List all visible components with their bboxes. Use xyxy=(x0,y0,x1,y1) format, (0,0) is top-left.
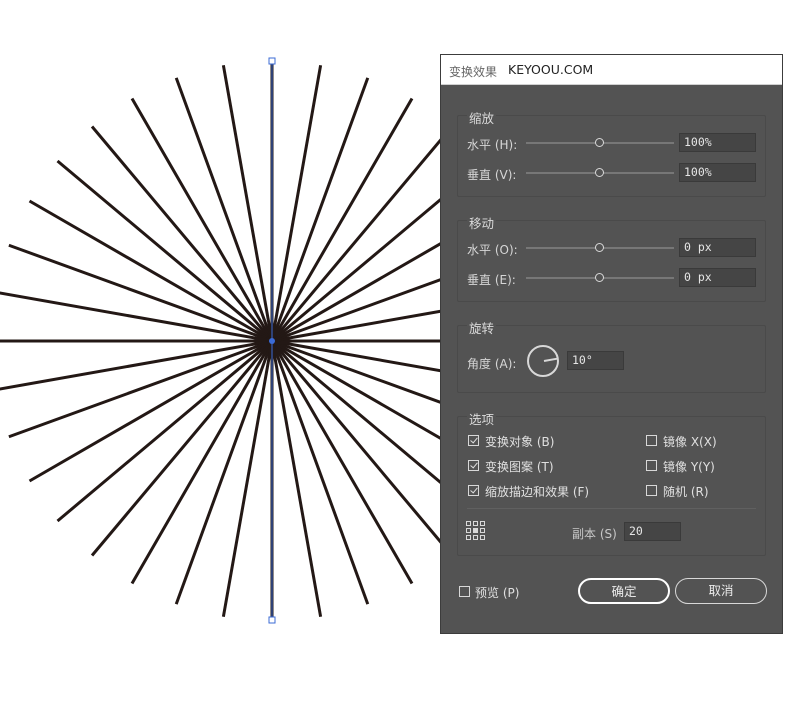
reflect-x-label[interactable]: 镜像 X(X) xyxy=(663,433,717,450)
reflect-y-checkbox[interactable] xyxy=(646,460,657,471)
move-vertical-label: 垂直 (E): xyxy=(467,273,516,287)
options-divider xyxy=(467,508,756,509)
selection-handle-bottom[interactable] xyxy=(268,616,276,624)
transform-objects-label[interactable]: 变换对象 (B) xyxy=(485,433,554,450)
angle-dial-hand xyxy=(543,357,558,362)
scale-vertical-input[interactable]: 100% xyxy=(679,163,756,182)
scale-vertical-slider-knob[interactable] xyxy=(595,168,604,177)
transform-objects-checkbox[interactable] xyxy=(468,435,479,446)
selection-handle-top[interactable] xyxy=(268,57,276,65)
scale-horizontal-slider-knob[interactable] xyxy=(595,138,604,147)
reflect-x-checkbox[interactable] xyxy=(646,435,657,446)
move-vertical-input[interactable]: 0 px xyxy=(679,268,756,287)
preview-checkbox[interactable] xyxy=(459,586,470,597)
ok-button[interactable]: 确定 xyxy=(578,578,670,604)
scale-strokes-checkbox[interactable] xyxy=(468,485,479,496)
random-checkbox[interactable] xyxy=(646,485,657,496)
move-group xyxy=(457,220,766,302)
move-horizontal-input[interactable]: 0 px xyxy=(679,238,756,257)
scale-strokes-label[interactable]: 缩放描边和效果 (F) xyxy=(485,483,589,500)
scale-horizontal-label: 水平 (H): xyxy=(467,138,518,152)
rotate-angle-label: 角度 (A): xyxy=(467,357,517,371)
options-legend: 选项 xyxy=(467,409,497,428)
transform-effect-dialog: 变换效果 KEYOOU.COM 缩放 水平 (H): 100% 垂直 (V): … xyxy=(440,54,783,634)
copies-input[interactable]: 20 xyxy=(624,522,681,541)
selection-center-point[interactable] xyxy=(269,338,275,344)
reference-point-grid-icon[interactable] xyxy=(466,521,486,541)
move-horizontal-label: 水平 (O): xyxy=(467,243,518,257)
reflect-y-label[interactable]: 镜像 Y(Y) xyxy=(663,458,715,475)
scale-group xyxy=(457,115,766,197)
transform-patterns-checkbox[interactable] xyxy=(468,460,479,471)
scale-horizontal-input[interactable]: 100% xyxy=(679,133,756,152)
dialog-brand: KEYOOU.COM xyxy=(508,62,594,77)
random-label[interactable]: 随机 (R) xyxy=(663,483,709,500)
scale-vertical-label: 垂直 (V): xyxy=(467,168,517,182)
preview-label[interactable]: 预览 (P) xyxy=(475,584,519,601)
rotate-angle-input[interactable]: 10° xyxy=(567,351,624,370)
move-legend: 移动 xyxy=(467,213,497,232)
copies-label: 副本 (S) xyxy=(572,527,617,541)
dialog-title: 变换效果 xyxy=(449,65,498,79)
move-vertical-slider-knob[interactable] xyxy=(595,273,604,282)
rotate-angle-dial[interactable] xyxy=(527,345,559,377)
rotate-legend: 旋转 xyxy=(467,318,497,337)
dialog-titlebar[interactable]: 变换效果 KEYOOU.COM xyxy=(441,55,782,85)
selection-bounding-box[interactable] xyxy=(268,57,276,624)
transform-patterns-label[interactable]: 变换图案 (T) xyxy=(485,458,554,475)
scale-legend: 缩放 xyxy=(467,108,497,127)
cancel-button[interactable]: 取消 xyxy=(675,578,767,604)
move-horizontal-slider-knob[interactable] xyxy=(595,243,604,252)
